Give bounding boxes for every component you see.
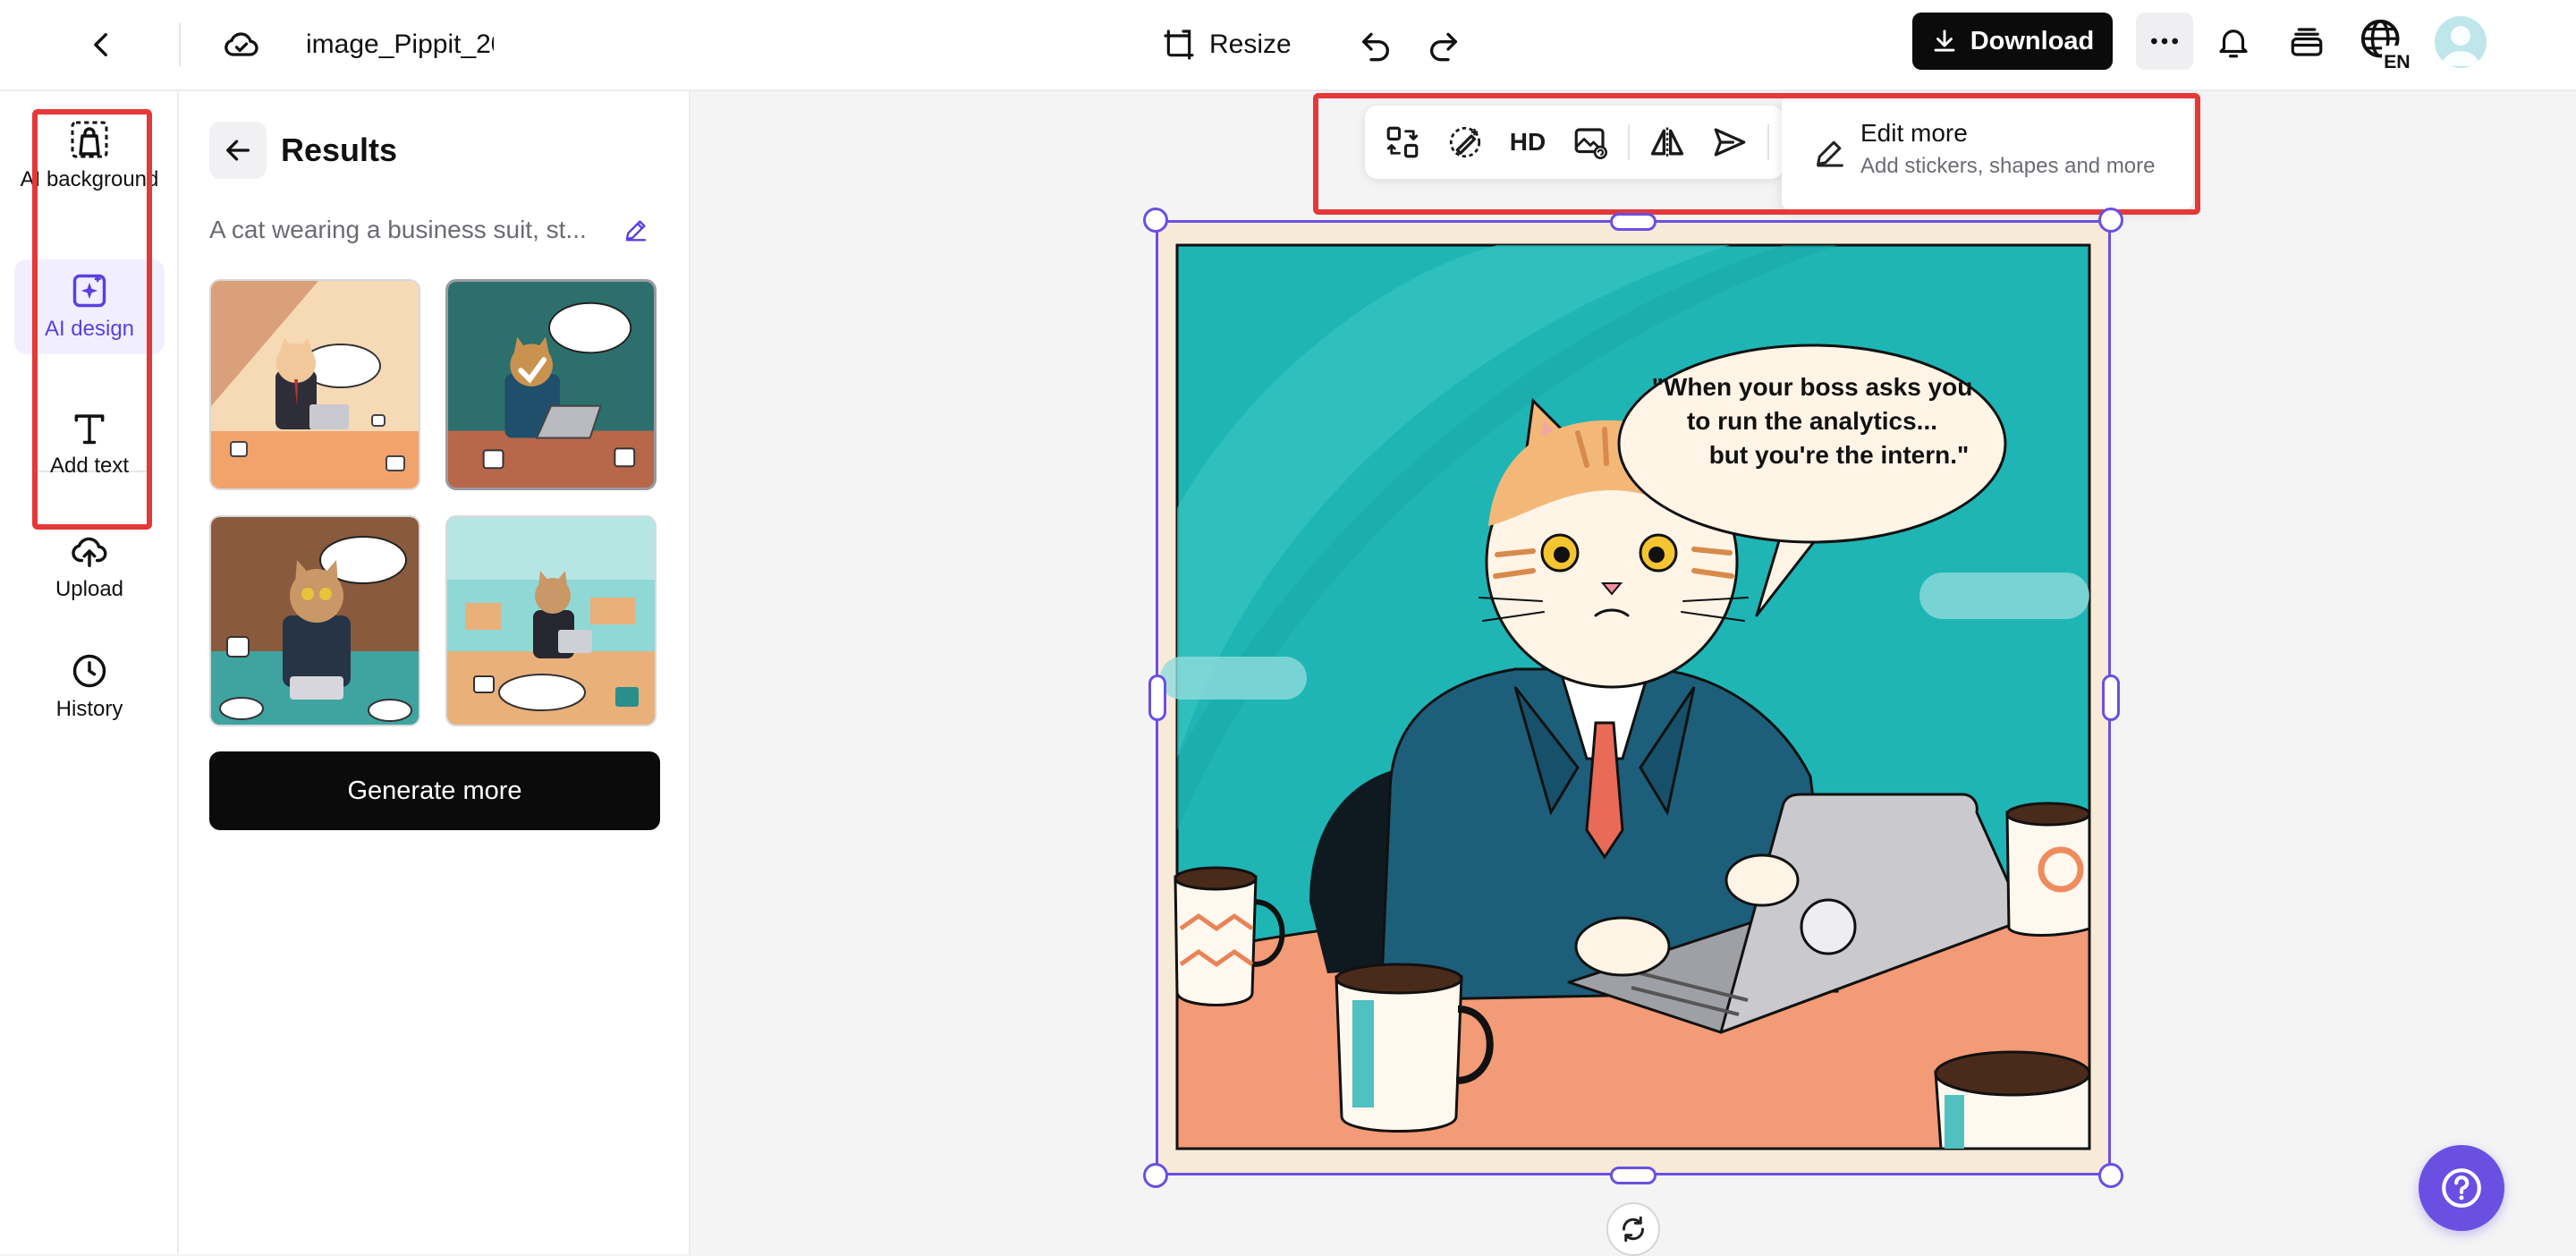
resize-handle-bottom-left[interactable] (1143, 1163, 1168, 1188)
thumbnail-image (211, 281, 419, 488)
thumbnail-image (211, 517, 419, 725)
back-button[interactable] (77, 20, 127, 70)
toolbar-red-highlight (1313, 93, 2200, 215)
resize-handle-top-right[interactable] (2098, 208, 2123, 233)
resize-handle-left[interactable] (1148, 675, 1166, 721)
language-code: EN (2384, 51, 2411, 72)
top-bar: image_Pippit_20 Resize Download EN (0, 0, 2576, 91)
download-button[interactable]: Download (1912, 13, 2113, 70)
prompt-text[interactable]: A cat wearing a business suit, st... (209, 211, 603, 249)
pencil-icon (625, 220, 647, 242)
resize-handle-bottom[interactable] (1610, 1167, 1657, 1184)
user-avatar[interactable] (2435, 16, 2487, 68)
document-title[interactable]: image_Pippit_20 (306, 23, 494, 66)
cloud-check-icon (225, 32, 258, 56)
stack-icon (2291, 28, 2323, 56)
topbar-divider (179, 23, 181, 66)
resize-button[interactable]: Resize (1152, 16, 1301, 73)
more-options-button[interactable] (2136, 13, 2193, 70)
undo-icon (1362, 32, 1389, 62)
rail-red-highlight (32, 109, 152, 530)
notifications-button[interactable] (2206, 14, 2261, 70)
rail-label-history: History (55, 697, 123, 721)
result-thumbnail-2[interactable] (445, 279, 657, 490)
redo-icon (1430, 32, 1457, 62)
rotate-handle[interactable] (1606, 1202, 1660, 1256)
redo-button[interactable] (1417, 18, 1470, 72)
generate-more-button[interactable]: Generate more (209, 751, 660, 830)
resize-handle-bottom-right[interactable] (2098, 1163, 2123, 1188)
result-thumbnail-4[interactable] (445, 515, 657, 726)
thumbnail-image (447, 517, 655, 725)
selection-frame (1156, 220, 2111, 1175)
resize-label: Resize (1209, 30, 1292, 59)
results-back-button[interactable] (209, 122, 267, 179)
clock-icon (72, 654, 106, 688)
rail-item-upload[interactable]: Upload (14, 530, 165, 619)
help-button[interactable] (2419, 1145, 2504, 1231)
generate-more-label: Generate more (347, 776, 522, 805)
rotate-icon (1622, 1216, 1645, 1243)
question-circle-icon (2442, 1168, 2481, 1208)
results-panel: Results A cat wearing a business suit, s… (179, 91, 691, 1254)
upload-cloud-icon (72, 537, 107, 567)
resize-icon (1164, 30, 1194, 60)
resize-handle-right[interactable] (2102, 675, 2120, 721)
globe-icon: EN (2360, 19, 2413, 72)
edit-prompt-button[interactable] (617, 211, 655, 249)
resize-handle-top[interactable] (1610, 213, 1657, 231)
rail-item-history[interactable]: History (14, 651, 165, 741)
results-title: Results (281, 132, 398, 168)
undo-button[interactable] (1349, 18, 1402, 72)
more-horizontal-icon (2151, 38, 2178, 45)
result-thumbnail-3[interactable] (209, 515, 420, 726)
projects-stack-button[interactable] (2279, 14, 2334, 70)
rail-label-upload: Upload (55, 577, 124, 601)
thumbnail-image (448, 282, 654, 488)
arrow-left-icon (226, 140, 250, 161)
language-button[interactable]: EN (2354, 13, 2417, 75)
download-icon (1934, 30, 1955, 52)
resize-handle-top-left[interactable] (1143, 208, 1168, 233)
chevron-left-icon (94, 32, 107, 57)
user-icon (2442, 26, 2479, 66)
download-label: Download (1970, 26, 2095, 55)
bell-icon (2219, 30, 2248, 58)
result-thumbnail-1[interactable] (209, 279, 420, 490)
cloud-saved-button[interactable] (215, 18, 268, 72)
